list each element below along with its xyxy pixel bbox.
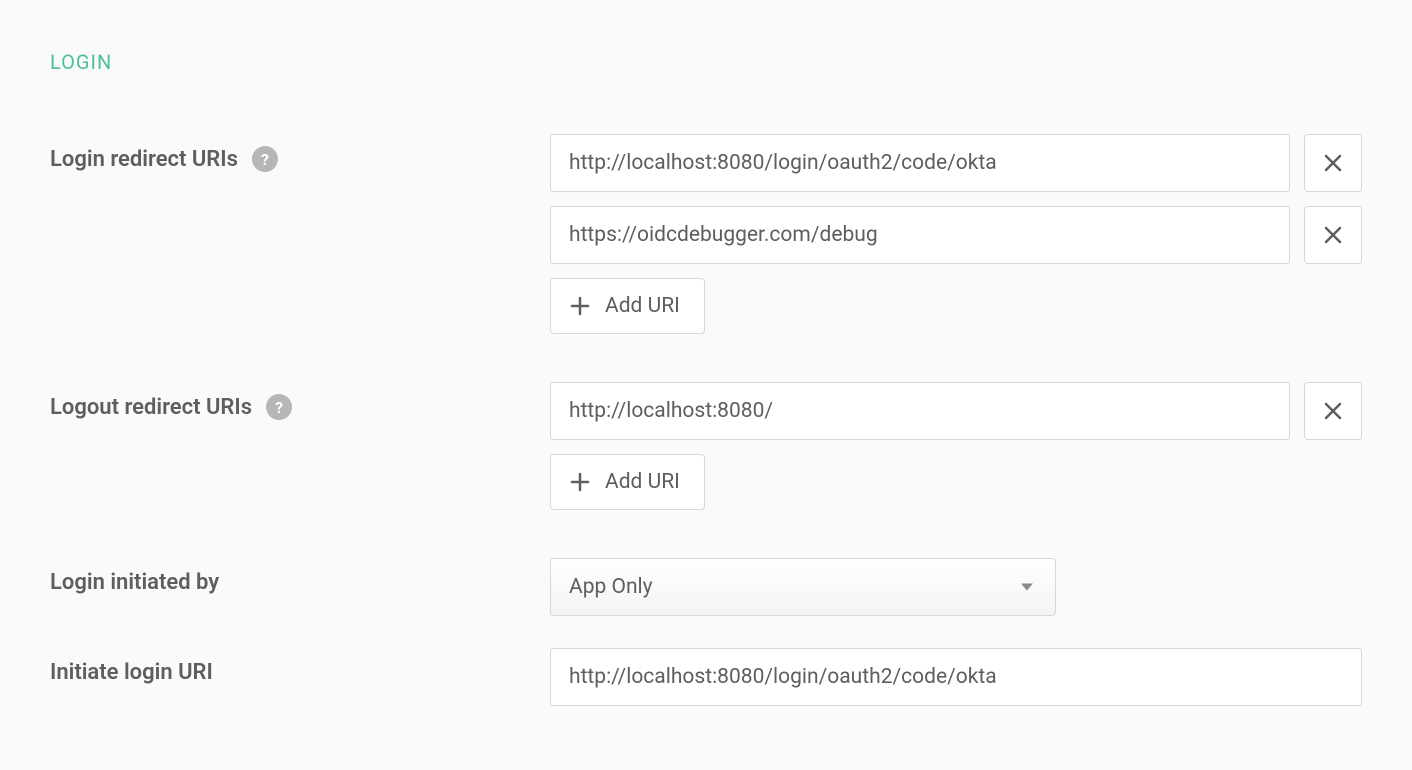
login-redirect-input-0[interactable]	[550, 134, 1290, 192]
close-icon	[1323, 225, 1343, 245]
logout-redirect-label: Logout redirect URIs	[50, 395, 252, 420]
login-initiated-label: Login initiated by	[50, 570, 219, 595]
login-redirect-row: Login redirect URIs ? Add URI	[50, 134, 1362, 334]
help-icon[interactable]: ?	[266, 394, 292, 420]
login-initiated-select[interactable]: App Only	[550, 558, 1056, 616]
close-icon	[1323, 401, 1343, 421]
login-redirect-label: Login redirect URIs	[50, 147, 238, 172]
logout-redirect-row: Logout redirect URIs ? Add URI	[50, 382, 1362, 510]
initiate-login-input[interactable]	[550, 648, 1362, 706]
remove-button[interactable]	[1304, 382, 1362, 440]
remove-button[interactable]	[1304, 134, 1362, 192]
add-uri-label: Add URI	[605, 470, 680, 494]
add-logout-uri-button[interactable]: Add URI	[550, 454, 705, 510]
remove-button[interactable]	[1304, 206, 1362, 264]
login-initiated-row: Login initiated by App Only	[50, 558, 1362, 616]
login-redirect-input-1[interactable]	[550, 206, 1290, 264]
add-login-uri-button[interactable]: Add URI	[550, 278, 705, 334]
logout-redirect-input-0[interactable]	[550, 382, 1290, 440]
initiate-login-label: Initiate login URI	[50, 660, 213, 685]
select-value: App Only	[569, 575, 653, 599]
add-uri-label: Add URI	[605, 294, 680, 318]
close-icon	[1323, 153, 1343, 173]
section-heading: LOGIN	[50, 50, 1362, 74]
plus-icon	[569, 471, 591, 493]
plus-icon	[569, 295, 591, 317]
initiate-login-row: Initiate login URI	[50, 648, 1362, 706]
help-icon[interactable]: ?	[252, 146, 278, 172]
